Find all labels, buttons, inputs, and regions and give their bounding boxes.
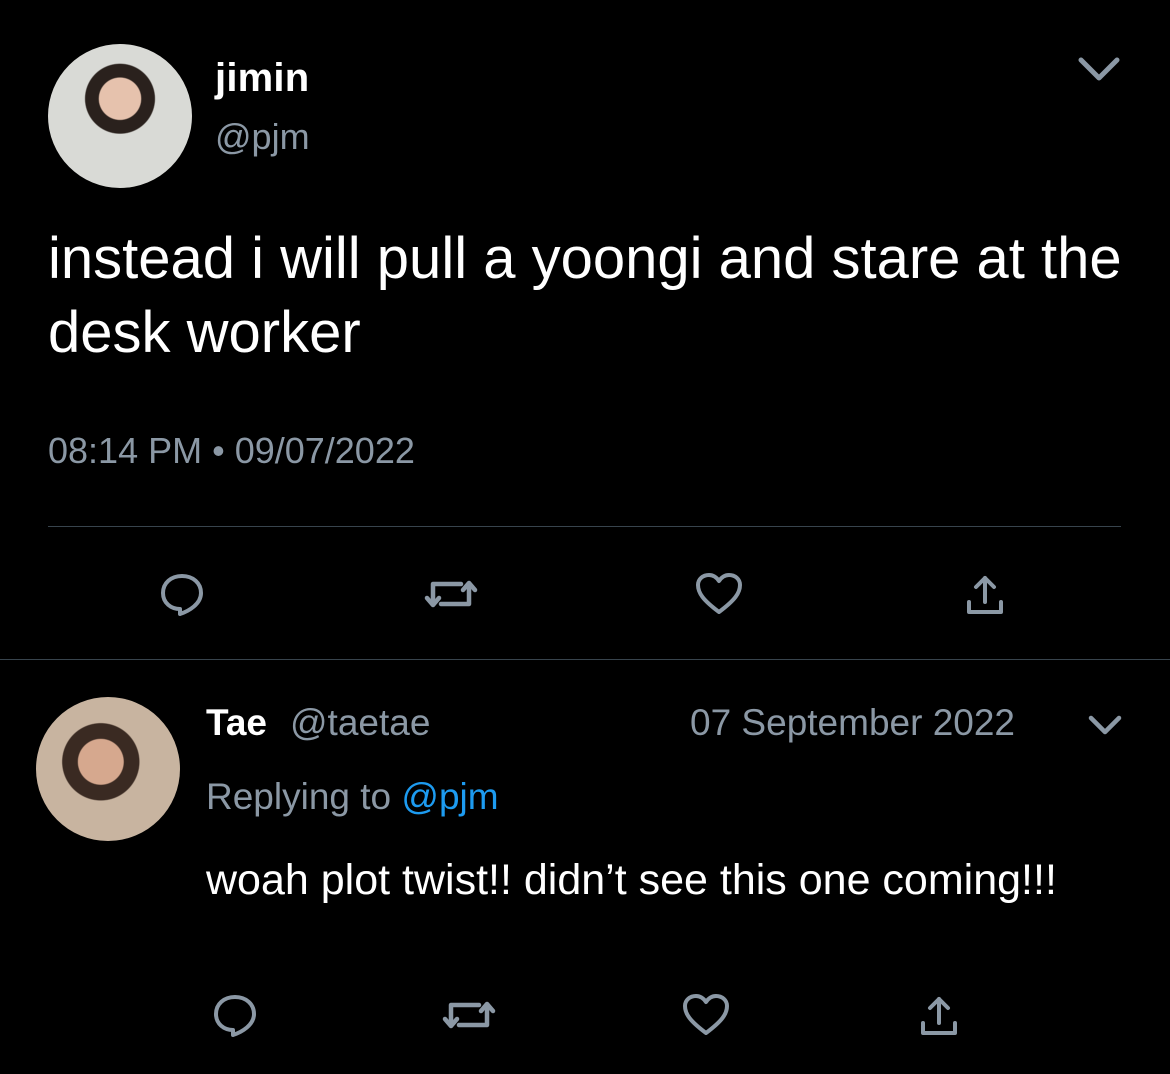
retweet-icon[interactable] [440,986,498,1044]
divider [48,526,1121,527]
share-icon[interactable] [910,986,968,1044]
avatar[interactable] [48,44,192,188]
chevron-down-icon[interactable] [1085,710,1125,740]
reply-icon[interactable] [206,986,264,1044]
like-icon[interactable] [690,565,748,623]
tweet-text: instead i will pull a yoongi and stare a… [48,226,1122,365]
replying-to: Replying to @pjm [206,776,499,818]
reply-author-handle[interactable]: @taetae [290,702,430,744]
reply-icon[interactable] [153,565,211,623]
reply-author-name[interactable]: Tae [206,702,267,744]
chevron-down-icon[interactable] [1074,52,1124,86]
reply-text: woah plot twist!! didn’t see this one co… [206,856,1057,904]
share-icon[interactable] [956,565,1014,623]
retweet-icon[interactable] [422,565,480,623]
like-icon[interactable] [677,986,735,1044]
avatar[interactable] [36,697,180,841]
replying-prefix: Replying to [206,776,392,817]
tweet-timestamp[interactable]: 08:14 PM • 09/07/2022 [48,430,415,472]
divider [0,659,1170,660]
reply-date: 07 September 2022 [690,702,1016,743]
author-name[interactable]: jimin [215,56,309,101]
mention-link[interactable]: @pjm [401,776,498,817]
author-handle[interactable]: @pjm [215,116,310,158]
